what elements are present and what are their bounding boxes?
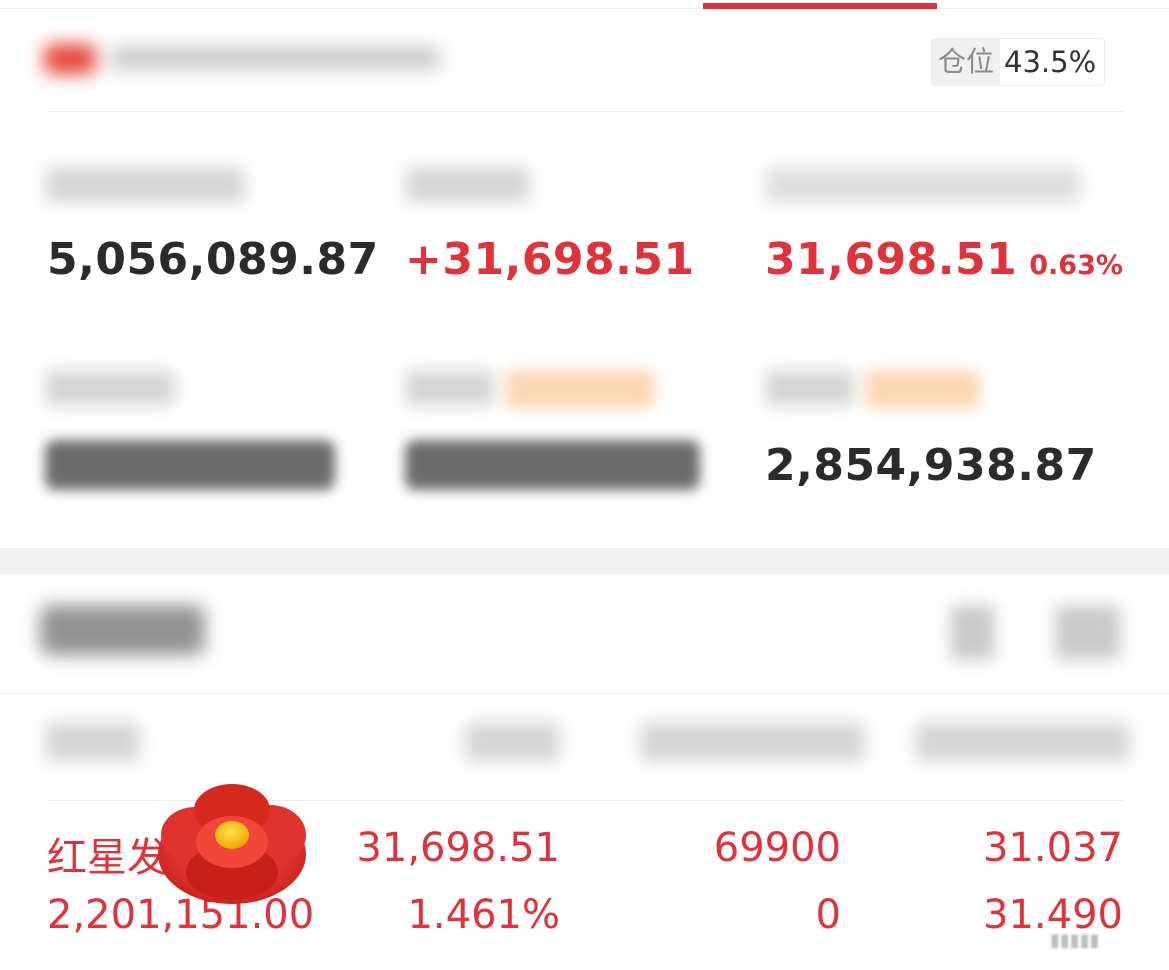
holdings-title-redacted [40,605,205,655]
column-price-redacted [915,722,1130,762]
section-separator [0,548,1169,574]
column-pnl-redacted [465,722,560,762]
stock-pnl: 31,698.51 [356,825,560,871]
active-tab-indicator [703,3,937,9]
stock-pnl-percent: 1.461% [407,892,560,938]
header-divider [47,111,1123,112]
market-value-label-redacted [45,370,175,406]
total-pnl-value: +31,698.51 [405,234,695,285]
repo-tag-redacted[interactable] [505,370,655,408]
available-label-redacted [405,370,495,406]
total-assets-label-redacted [45,167,245,203]
stock-position: 69900 [713,825,841,871]
layout-toggle-icon[interactable] [1055,605,1120,660]
column-market-value-redacted [45,722,140,762]
today-pnl-percent: 0.63% [1029,250,1123,281]
position-ratio-label: 仓位 [932,39,1001,85]
today-pnl: 31,698.51 0.63% [765,234,1123,285]
stock-name: 红星发 [47,835,167,881]
filter-icon[interactable] [950,605,995,660]
account-name-redacted [110,47,440,69]
total-pnl-label-redacted [405,167,530,203]
flower-sticker-icon [158,784,306,904]
holdings-header-divider [0,693,1169,694]
column-position-redacted [640,722,865,762]
available-funds-redacted [405,440,700,490]
withdrawable-label-redacted [765,370,855,406]
today-pnl-value: 31,698.51 [765,234,1018,285]
tab-bar-divider [0,8,1169,9]
position-ratio-value: 43.5% [1004,45,1097,79]
total-assets-value: 5,056,089.87 [47,234,379,285]
broker-logo-icon [44,44,96,74]
stock-available: 0 [815,892,841,938]
account-selector[interactable] [40,38,460,84]
withdrawable-value: 2,854,938.87 [765,440,1097,491]
today-pnl-label-redacted [765,167,1080,203]
transfer-tag-redacted[interactable] [865,370,980,408]
watermark-redacted: ▮▮▮▮▮ [1050,930,1100,951]
market-value-redacted [45,440,335,490]
position-ratio-badge: 仓位 43.5% [931,38,1106,86]
stock-cost-price: 31.037 [983,825,1123,871]
